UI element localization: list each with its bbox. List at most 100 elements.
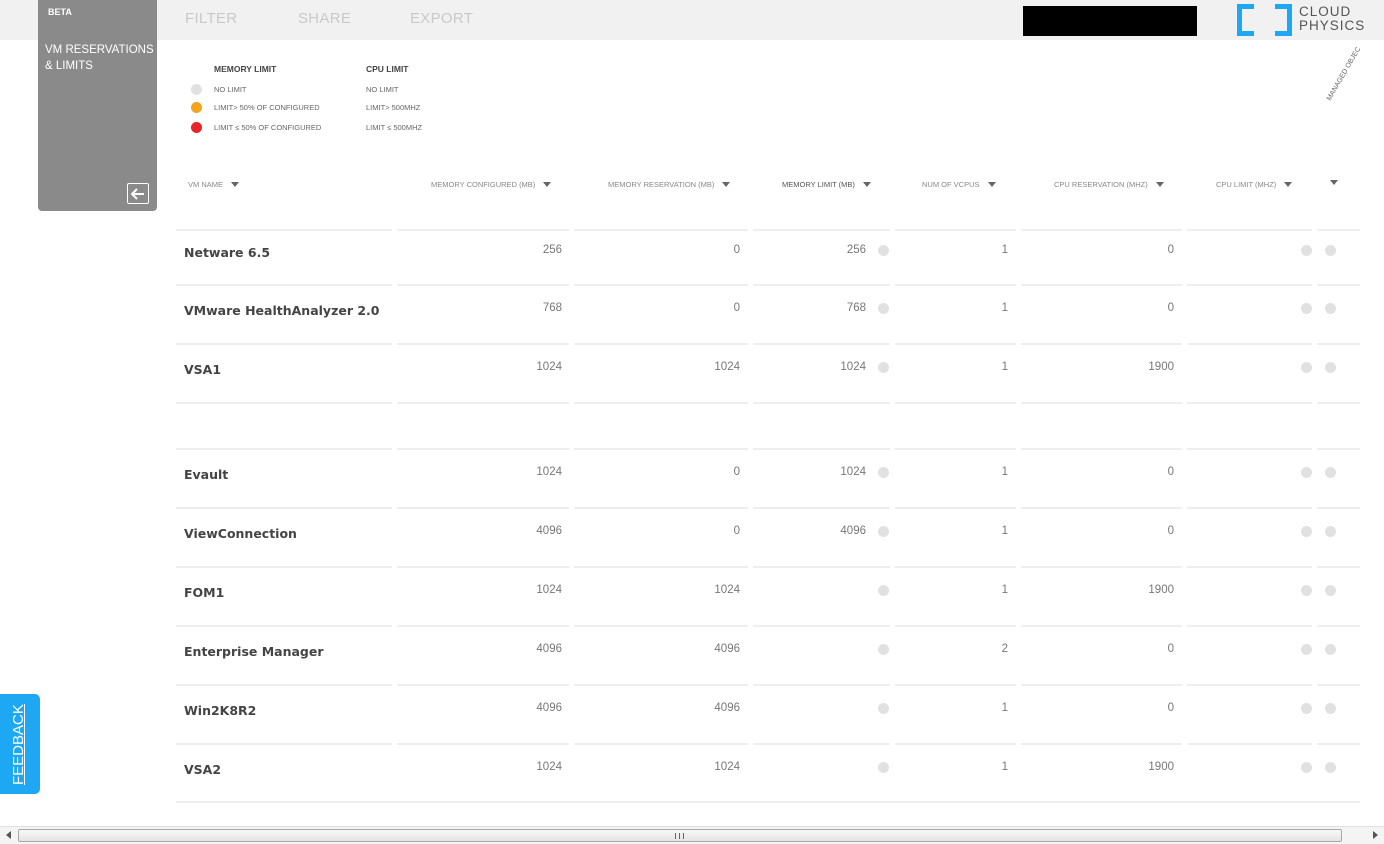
managed-object-status-dot bbox=[1325, 245, 1336, 256]
table-row[interactable]: VSA2 1024 1024 1 1900 bbox=[176, 743, 1360, 802]
vm-name[interactable]: Evault bbox=[184, 467, 228, 482]
table-cell bbox=[1187, 229, 1312, 284]
table-row[interactable]: ViewConnection 4096 0 4096 1 0 bbox=[176, 507, 1360, 566]
cpu-limit-status-dot bbox=[1301, 245, 1312, 256]
cell-cpu-reservation: 0 bbox=[1167, 302, 1174, 314]
horizontal-scrollbar[interactable] bbox=[0, 826, 1384, 844]
cpu-limit-status-dot bbox=[1301, 303, 1312, 314]
memory-limit-status-dot bbox=[878, 644, 889, 655]
redacted-user-area bbox=[1023, 6, 1197, 36]
memory-limit-status-dot bbox=[878, 703, 889, 714]
logo-right-bracket bbox=[1275, 4, 1292, 36]
cell-mem-limit: 1024 bbox=[840, 466, 866, 478]
table-row[interactable]: VMware HealthAnalyzer 2.0 768 0 768 1 0 bbox=[176, 284, 1360, 343]
beta-badge: BETA bbox=[48, 7, 72, 17]
vm-name[interactable]: VSA1 bbox=[184, 362, 221, 377]
legend-memory-label: LIMIT ≤ 50% OF CONFIGURED bbox=[214, 123, 322, 132]
export-link[interactable]: EXPORT bbox=[410, 10, 473, 27]
legend-cpu-label: LIMIT> 500MHZ bbox=[366, 103, 421, 112]
caret-down-icon bbox=[231, 182, 240, 187]
table-cell bbox=[1187, 343, 1312, 402]
vm-name[interactable]: Enterprise Manager bbox=[184, 644, 324, 659]
collapse-button[interactable] bbox=[127, 183, 149, 204]
table-cell bbox=[1317, 743, 1360, 802]
table-cell bbox=[397, 229, 569, 284]
table-cell bbox=[1317, 343, 1360, 402]
table-cell bbox=[1317, 448, 1360, 507]
table-row[interactable] bbox=[176, 402, 1360, 448]
legend-memory-label: NO LIMIT bbox=[214, 85, 247, 94]
feedback-tab[interactable]: FEEDBACK bbox=[0, 694, 40, 794]
memory-limit-status-dot bbox=[878, 585, 889, 596]
cell-mem-reservation: 0 bbox=[733, 525, 740, 537]
column-header-managed-object[interactable]: MANAGED OBJECT REFERENCE bbox=[1326, 47, 1362, 102]
cell-mem-configured: 1024 bbox=[536, 466, 562, 478]
column-header-managed-object-sort[interactable] bbox=[1330, 180, 1338, 185]
vm-name[interactable]: VSA2 bbox=[184, 762, 221, 777]
column-header-memory-configured[interactable]: MEMORY CONFIGURED (MB) bbox=[431, 180, 552, 189]
feedback-label: FEEDBACK bbox=[10, 704, 27, 785]
cell-vcpus: 1 bbox=[1001, 361, 1008, 373]
managed-object-status-dot bbox=[1325, 585, 1336, 596]
cell-mem-configured: 768 bbox=[542, 302, 562, 314]
table-cell bbox=[753, 625, 890, 684]
share-link[interactable]: SHARE bbox=[298, 10, 351, 27]
table-row[interactable]: Enterprise Manager 4096 4096 2 0 bbox=[176, 625, 1360, 684]
managed-object-status-dot bbox=[1325, 526, 1336, 537]
cell-mem-reservation: 0 bbox=[733, 466, 740, 478]
table-cell bbox=[1187, 284, 1312, 343]
caret-down-icon bbox=[862, 182, 871, 187]
logo-left-bracket bbox=[1237, 4, 1254, 36]
column-header-num-vcpus[interactable]: NUM OF VCPUS bbox=[922, 180, 996, 189]
cell-mem-reservation: 4096 bbox=[714, 702, 740, 714]
table-cell bbox=[1021, 229, 1182, 284]
vm-name[interactable]: VMware HealthAnalyzer 2.0 bbox=[184, 303, 379, 318]
legend-memory-heading: MEMORY LIMIT bbox=[214, 64, 277, 74]
table-cell bbox=[753, 566, 890, 625]
column-header-memory-limit[interactable]: MEMORY LIMIT (MB) bbox=[782, 180, 871, 189]
column-header-cpu-limit[interactable]: CPU LIMIT (MHZ) bbox=[1216, 180, 1293, 189]
scroll-right-icon[interactable] bbox=[1373, 831, 1378, 839]
caret-down-icon bbox=[1330, 180, 1338, 185]
cell-mem-reservation: 1024 bbox=[714, 361, 740, 373]
table-cell bbox=[1317, 684, 1360, 743]
table-cell bbox=[574, 229, 748, 284]
cell-vcpus: 1 bbox=[1001, 302, 1008, 314]
cell-cpu-reservation: 0 bbox=[1167, 244, 1174, 256]
cell-vcpus: 2 bbox=[1001, 643, 1008, 655]
logo-text: CLOUD PHYSICS bbox=[1299, 5, 1365, 33]
column-header-cpu-reservation[interactable]: CPU RESERVATION (MHZ) bbox=[1054, 180, 1164, 189]
caret-down-icon bbox=[987, 182, 996, 187]
table-cell bbox=[753, 684, 890, 743]
table-cell bbox=[1317, 625, 1360, 684]
vm-name[interactable]: ViewConnection bbox=[184, 526, 297, 541]
table-row[interactable]: Win2K8R2 4096 4096 1 0 bbox=[176, 684, 1360, 743]
legend-dot-0 bbox=[191, 84, 202, 95]
vm-name[interactable]: FOM1 bbox=[184, 585, 224, 600]
vm-name[interactable]: Netware 6.5 bbox=[184, 245, 270, 260]
table-cell bbox=[1021, 402, 1182, 448]
column-header-vm-name[interactable]: VM NAME bbox=[188, 180, 240, 189]
vm-name[interactable]: Win2K8R2 bbox=[184, 703, 256, 718]
table-row[interactable]: VSA1 1024 1024 1024 1 1900 bbox=[176, 343, 1360, 402]
cell-mem-configured: 4096 bbox=[536, 525, 562, 537]
table-row[interactable]: FOM1 1024 1024 1 1900 bbox=[176, 566, 1360, 625]
table-bottom-border bbox=[176, 801, 1360, 803]
cpu-limit-status-dot bbox=[1301, 467, 1312, 478]
table-cell bbox=[574, 402, 748, 448]
card-panel: BETA VM RESERVATIONS & LIMITS bbox=[38, 0, 157, 211]
cell-mem-limit: 768 bbox=[846, 302, 866, 314]
scrollbar-thumb[interactable] bbox=[18, 829, 1342, 842]
table-row[interactable]: Evault 1024 0 1024 1 0 bbox=[176, 448, 1360, 507]
column-header-memory-reservation[interactable]: MEMORY RESERVATION (MB) bbox=[608, 180, 731, 189]
scroll-left-icon[interactable] bbox=[6, 831, 11, 839]
table-row[interactable]: Netware 6.5 256 0 256 1 0 bbox=[176, 229, 1360, 284]
cell-mem-configured: 1024 bbox=[536, 584, 562, 596]
cell-mem-configured: 4096 bbox=[536, 643, 562, 655]
legend-cpu-label: LIMIT ≤ 500MHZ bbox=[366, 123, 423, 132]
table-cell bbox=[1187, 402, 1312, 448]
table-cell bbox=[1317, 284, 1360, 343]
cell-cpu-reservation: 1900 bbox=[1148, 761, 1174, 773]
filter-link[interactable]: FILTER bbox=[185, 10, 237, 27]
logo-line1: CLOUD bbox=[1299, 4, 1352, 19]
